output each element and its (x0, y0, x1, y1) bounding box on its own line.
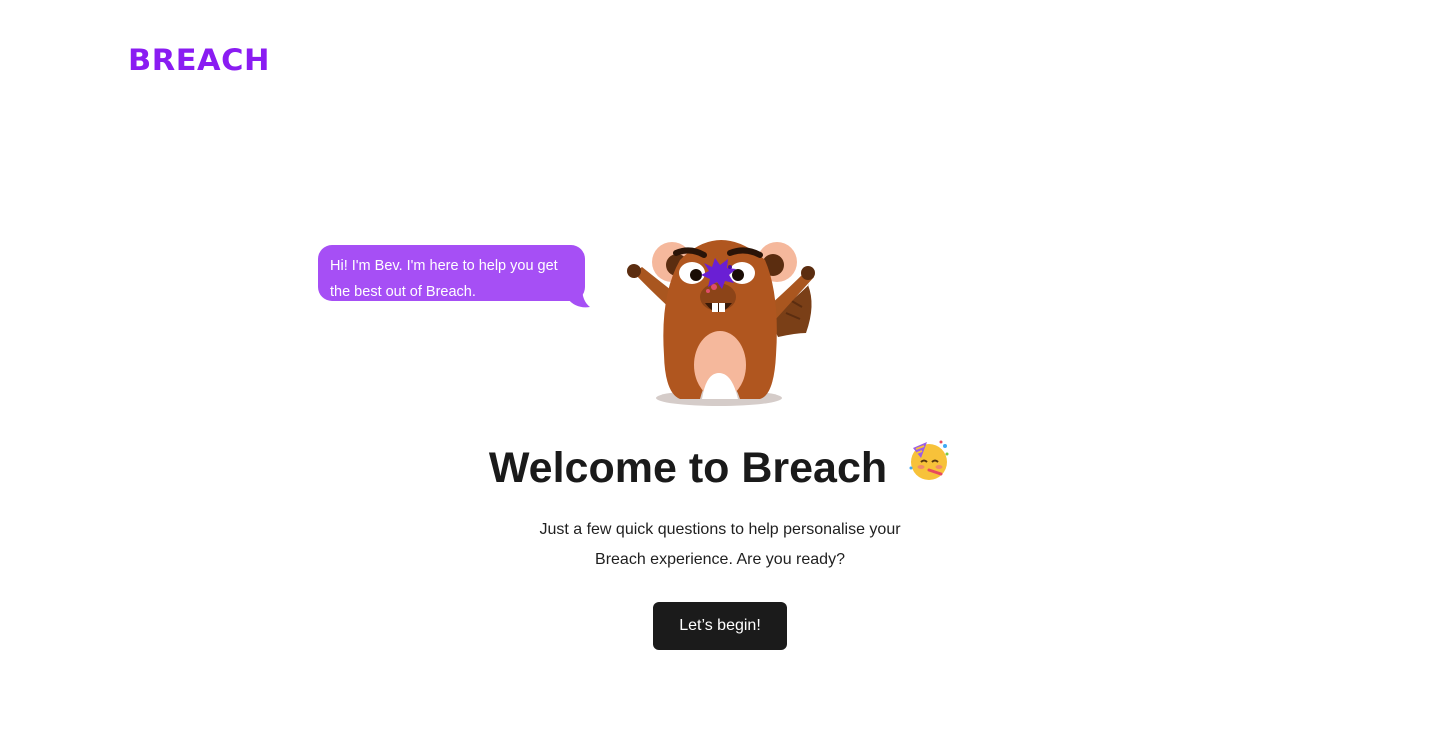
party-face-icon (907, 438, 951, 496)
welcome-title-text: Welcome to Breach (488, 444, 888, 492)
speech-bubble: Hi! I'm Bev. I'm here to help you get th… (318, 245, 585, 301)
speech-bubble-tail (568, 287, 590, 308)
lets-begin-button[interactable]: Let’s begin! (653, 602, 787, 650)
welcome-title: Welcome to Breach (0, 440, 1440, 500)
welcome-subtitle: Just a few quick questions to help perso… (539, 521, 901, 568)
beaver-mascot-icon (627, 240, 815, 406)
onboarding-page: BREACH Hi! I'm Bev. I'm here to help you… (0, 0, 1440, 747)
breach-logo[interactable]: BREACH (128, 45, 270, 75)
